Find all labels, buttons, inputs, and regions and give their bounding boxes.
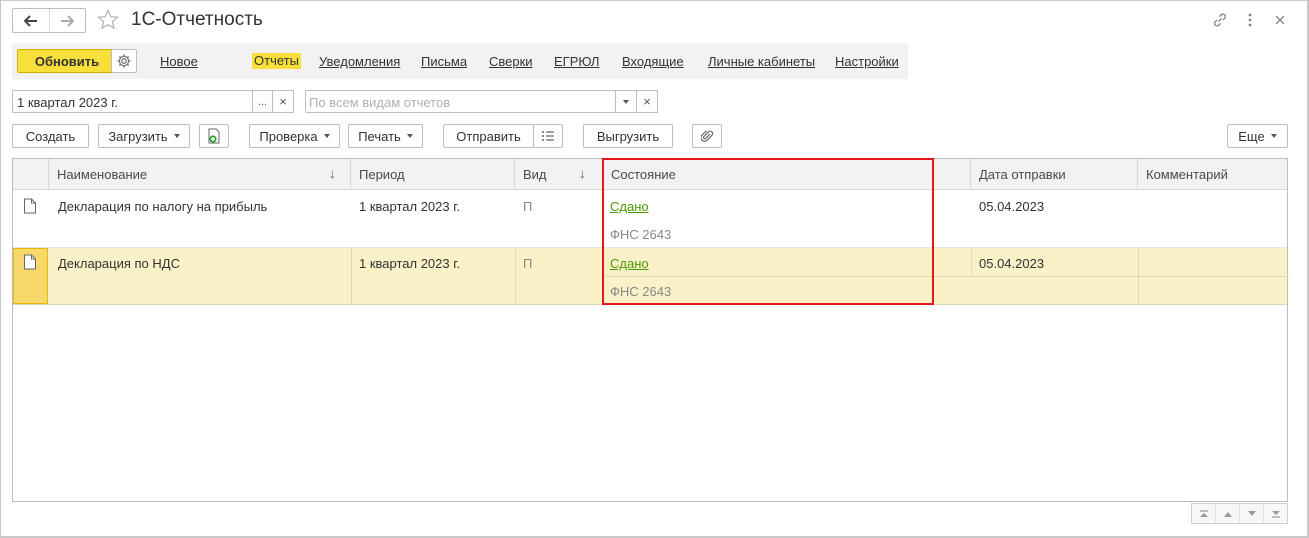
attach-button[interactable]: [692, 124, 722, 148]
chevron-down-icon: [1247, 510, 1256, 516]
column-icon[interactable]: [13, 159, 49, 190]
send-list-button[interactable]: [533, 124, 563, 148]
cell-divider: [351, 248, 352, 305]
add-document-icon: [208, 128, 220, 144]
cell-divider: [515, 248, 516, 305]
page-title: 1С-Отчетность: [131, 9, 263, 30]
chevron-down-icon: [173, 134, 180, 138]
load-label: Загрузить: [108, 128, 168, 144]
row-sent-date: 05.04.2023: [979, 256, 1045, 271]
link-icon[interactable]: [1210, 10, 1230, 30]
report-type-clear-button[interactable]: ×: [636, 90, 658, 113]
sort-arrow-icon: ↓: [579, 166, 586, 181]
nav-link-reconciliations[interactable]: Сверки: [489, 54, 533, 69]
create-button[interactable]: Создать: [12, 124, 89, 148]
nav-link-settings[interactable]: Настройки: [835, 54, 899, 69]
period-field[interactable]: 1 квартал 2023 г.: [12, 90, 253, 113]
report-type-field[interactable]: По всем видам отчетов: [305, 90, 616, 113]
more-button[interactable]: Еще: [1227, 124, 1288, 148]
row-period: 1 квартал 2023 г.: [359, 256, 460, 271]
close-icon[interactable]: [1270, 10, 1290, 30]
export-button[interactable]: Выгрузить: [583, 124, 673, 148]
settings-button[interactable]: [111, 49, 137, 73]
arrow-right-icon: [61, 14, 75, 27]
nav-link-letters[interactable]: Письма: [421, 54, 467, 69]
period-value: 1 квартал 2023 г.: [17, 95, 118, 110]
back-button[interactable]: [13, 9, 49, 32]
print-button[interactable]: Печать: [348, 124, 423, 148]
star-icon[interactable]: [96, 8, 120, 32]
nav-link-reports[interactable]: Отчеты: [252, 53, 301, 69]
scroll-top-icon: [1199, 509, 1208, 517]
period-select-button[interactable]: ...: [252, 90, 273, 113]
column-period[interactable]: Период: [351, 159, 515, 190]
nav-link-notifications[interactable]: Уведомления: [319, 54, 400, 69]
document-icon: [24, 254, 36, 270]
period-clear-button[interactable]: ×: [272, 90, 294, 113]
chevron-down-icon: [623, 99, 629, 104]
command-bar: Обновить Новое Отчеты Уведомления Письма…: [12, 43, 908, 79]
row-name: Декларация по налогу на прибыль: [58, 199, 268, 214]
report-type-dropdown-button[interactable]: [615, 90, 637, 113]
chevron-up-icon: [1223, 511, 1232, 517]
nav-link-new[interactable]: Новое: [160, 54, 198, 69]
column-sent-date[interactable]: Дата отправки: [971, 159, 1138, 190]
chevron-down-icon: [1270, 134, 1277, 138]
column-name[interactable]: Наименование: [49, 159, 351, 190]
nav-link-incoming[interactable]: Входящие: [622, 54, 684, 69]
paperclip-icon: [701, 130, 713, 142]
nav-link-accounts[interactable]: Личные кабинеты: [708, 54, 815, 69]
status-highlight-frame: [602, 158, 934, 305]
check-button[interactable]: Проверка: [249, 124, 340, 148]
more-label: Еще: [1238, 128, 1265, 144]
list-icon: [542, 131, 554, 141]
scroll-up-button[interactable]: [1215, 504, 1239, 523]
arrow-left-icon: [23, 14, 37, 27]
check-label: Проверка: [259, 128, 318, 144]
column-kind[interactable]: Вид: [515, 159, 603, 190]
report-type-placeholder: По всем видам отчетов: [309, 95, 451, 110]
nav-link-egrul[interactable]: ЕГРЮЛ: [554, 54, 599, 69]
row-kind: П: [523, 256, 533, 271]
scroll-bottom-icon: [1271, 510, 1280, 518]
sort-arrow-icon: ↓: [329, 166, 336, 181]
load-button[interactable]: Загрузить: [98, 124, 190, 148]
more-vertical-icon[interactable]: [1240, 10, 1260, 30]
send-button[interactable]: Отправить: [443, 124, 534, 148]
gear-icon: [117, 54, 131, 68]
scroll-down-button[interactable]: [1239, 504, 1263, 523]
scroll-to-top-button[interactable]: [1192, 504, 1215, 523]
row-kind: П: [523, 199, 533, 214]
column-comment[interactable]: Комментарий: [1138, 159, 1288, 190]
scroll-to-bottom-button[interactable]: [1263, 504, 1287, 523]
update-button[interactable]: Обновить: [17, 49, 117, 73]
row-sent-date: 05.04.2023: [979, 199, 1045, 214]
document-icon: [24, 198, 36, 214]
chevron-down-icon: [406, 134, 413, 138]
add-document-button[interactable]: [199, 124, 229, 148]
print-label: Печать: [358, 128, 401, 144]
chevron-down-icon: [323, 134, 330, 138]
forward-button[interactable]: [48, 9, 86, 32]
cell-divider: [971, 248, 972, 277]
history-nav: [12, 8, 86, 33]
table-scroll-buttons: [1191, 503, 1288, 524]
row-period: 1 квартал 2023 г.: [359, 199, 460, 214]
row-name: Декларация по НДС: [58, 256, 180, 271]
